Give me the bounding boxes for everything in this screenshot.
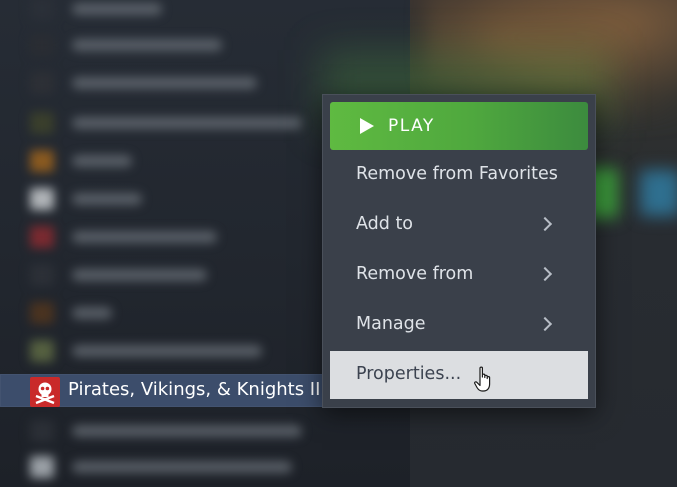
chevron-right-icon [537,266,553,282]
menu-item-label: Manage [356,314,426,334]
menu-item-remove-from[interactable]: Remove from [330,251,588,299]
game-title: Pirates, Vikings, & Knights II [68,379,321,400]
play-icon [360,118,374,134]
selected-game-row[interactable]: Pirates, Vikings, & Knights II [0,374,330,407]
skull-crossbones-icon [30,377,60,407]
chevron-right-icon [537,316,553,332]
menu-item-label: Remove from Favorites [356,164,558,184]
menu-item-remove-from-favorites[interactable]: Remove from Favorites [330,151,588,199]
context-menu: PLAY Remove from Favorites Add to Remove… [322,94,596,408]
menu-item-manage[interactable]: Manage [330,301,588,349]
menu-item-label: Add to [356,214,414,234]
menu-item-properties[interactable]: Properties... [330,351,588,399]
chevron-right-icon [537,216,553,232]
menu-item-label: Properties... [356,364,462,384]
menu-item-label: Remove from [356,264,474,284]
play-label: PLAY [388,116,435,136]
play-button[interactable]: PLAY [330,102,588,150]
detail-button-blurred [640,170,677,216]
menu-item-add-to[interactable]: Add to [330,201,588,249]
hand-cursor-icon [474,366,491,392]
